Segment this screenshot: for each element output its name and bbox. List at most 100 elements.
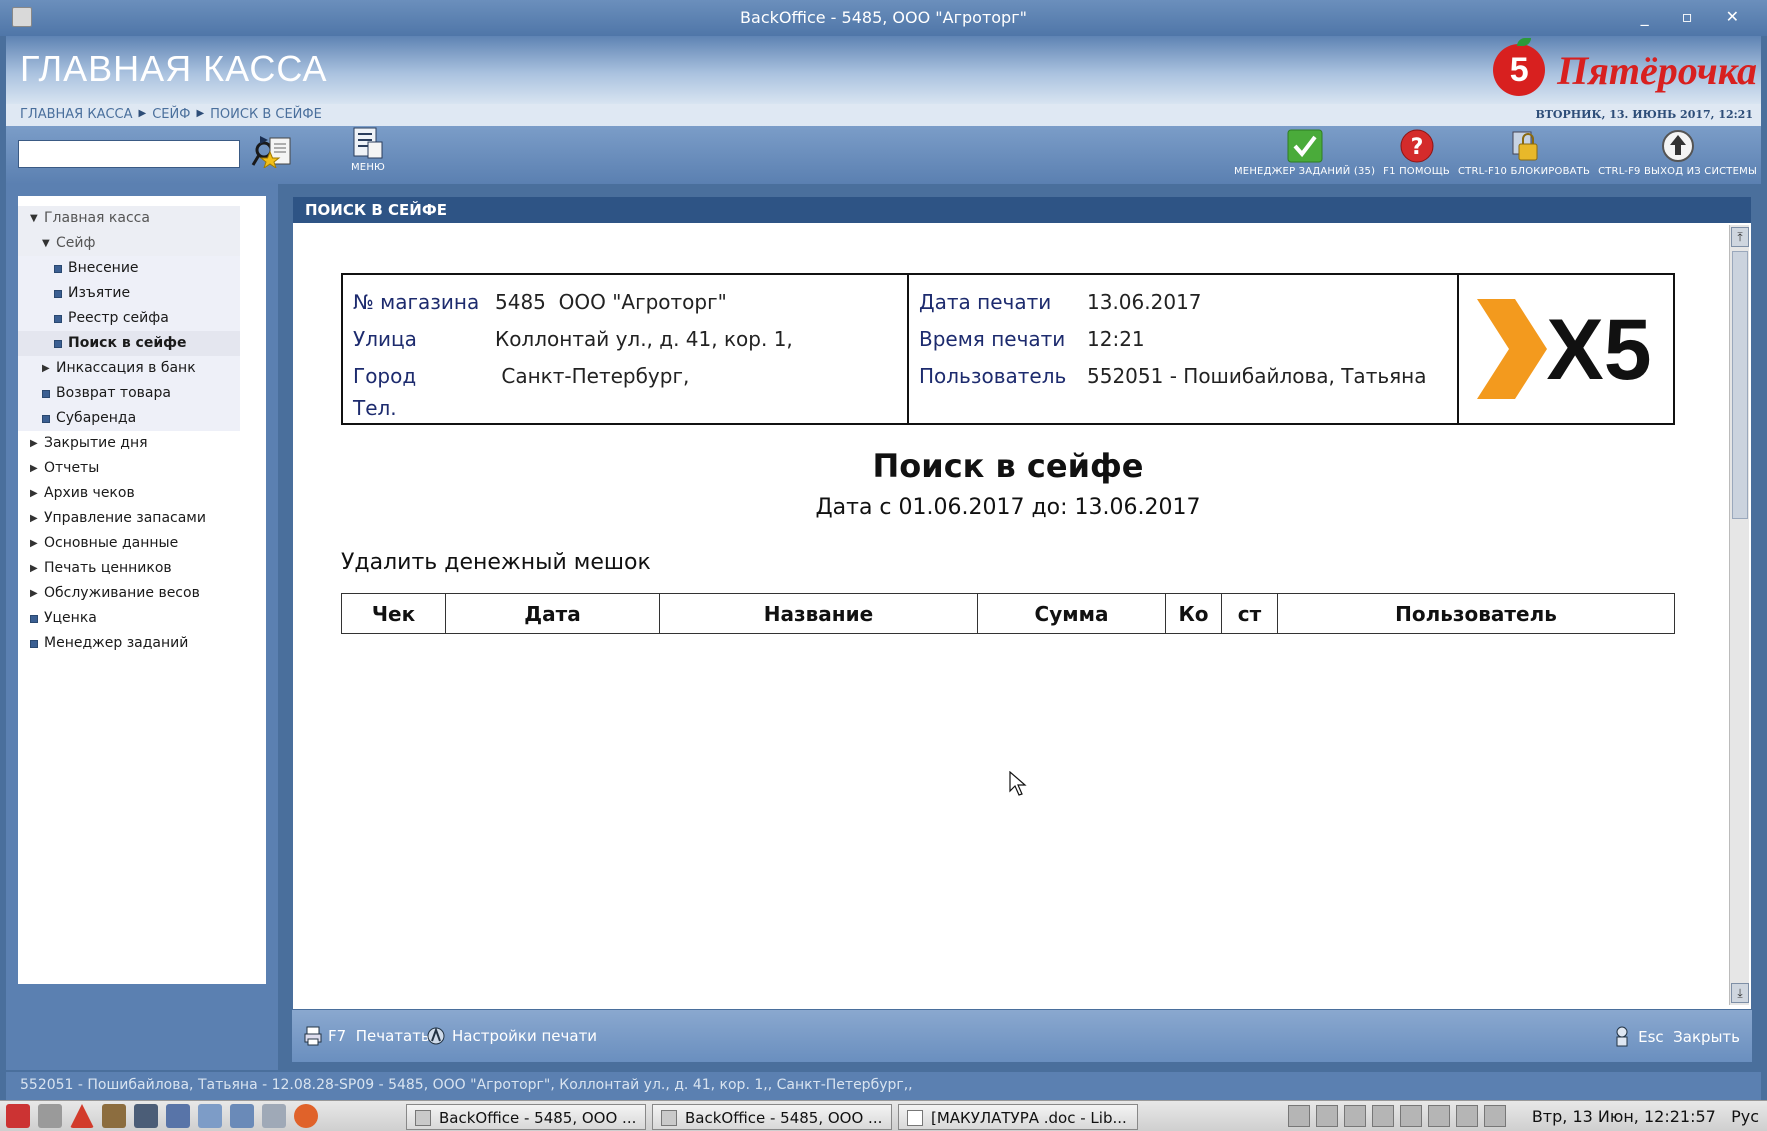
- trash-icon[interactable]: [1456, 1105, 1478, 1127]
- square-bullet-icon: [54, 264, 62, 273]
- document-icon: [907, 1110, 923, 1126]
- report-section-label: Удалить денежный мешок: [341, 550, 651, 575]
- col-header-receipt: Чек: [341, 593, 446, 634]
- sidebar-item-label: Возврат товара: [56, 385, 171, 401]
- arrow-down-icon: ▼: [42, 238, 50, 249]
- java-app-icon: [661, 1110, 677, 1126]
- firefox-icon[interactable]: [294, 1104, 318, 1128]
- sidebar-item-withdrawal[interactable]: Изъятие: [18, 281, 240, 306]
- task-manager-button[interactable]: МЕНЕДЖЕР ЗАДАНИЙ (35): [1234, 128, 1375, 177]
- sidebar-item-scales[interactable]: ▶ Обслуживание весов: [18, 581, 266, 606]
- lock-button[interactable]: CTRL-F10 БЛОКИРОВАТЬ: [1458, 128, 1590, 177]
- sidebar-item-label: Реестр сейфа: [68, 310, 169, 326]
- desktop-icon[interactable]: [1484, 1105, 1506, 1127]
- breadcrumb-item-safe[interactable]: СЕЙФ: [152, 107, 190, 122]
- sidebar-item-sublease[interactable]: Субаренда: [18, 406, 240, 431]
- app-launcher-icon[interactable]: [102, 1104, 126, 1128]
- favorites-button[interactable]: [258, 132, 294, 168]
- square-bullet-icon: [54, 289, 62, 298]
- logout-label: CTRL-F9 ВЫХОД ИЗ СИСТЕМЫ: [1598, 166, 1757, 177]
- window-titlebar: BackOffice - 5485, ООО "Агроторг" _ ▫ ✕: [0, 0, 1767, 36]
- sidebar-item-collection[interactable]: ▶ Инкассация в банк: [18, 356, 240, 381]
- sidebar-item-safe[interactable]: ▼ Сейф: [18, 231, 240, 256]
- print-button[interactable]: F7 Печатать: [304, 1026, 430, 1046]
- arrow-right-icon: ▶: [30, 538, 38, 549]
- volume-icon[interactable]: [1344, 1105, 1366, 1127]
- col-header-qty-part1: Ко: [1165, 593, 1222, 634]
- usb-icon[interactable]: [1316, 1105, 1338, 1127]
- x5-logo-text: X5: [1546, 302, 1651, 398]
- document-icon[interactable]: [198, 1104, 222, 1128]
- network-icon[interactable]: [166, 1104, 190, 1128]
- sidebar-item-label: Основные данные: [44, 535, 179, 551]
- breadcrumb-item-main-cash[interactable]: ГЛАВНАЯ КАССА: [20, 107, 133, 122]
- sidebar-item-inventory[interactable]: ▶ Управление запасами: [18, 506, 266, 531]
- language-indicator[interactable]: Рус: [1731, 1107, 1759, 1126]
- window-title: BackOffice - 5485, ООО "Агроторг": [740, 8, 1027, 27]
- menu-button[interactable]: МЕНЮ: [350, 126, 386, 173]
- os-taskbar: BackOffice - 5485, ООО ... BackOffice - …: [0, 1100, 1767, 1131]
- monitor-icon[interactable]: [1372, 1105, 1394, 1127]
- taskbar-item-backoffice-1[interactable]: BackOffice - 5485, ООО ...: [406, 1104, 646, 1130]
- printer-icon[interactable]: [1400, 1105, 1422, 1127]
- taskbar-item-backoffice-2[interactable]: BackOffice - 5485, ООО ...: [652, 1104, 892, 1130]
- sidebar-item-returns[interactable]: Возврат товара: [18, 381, 240, 406]
- calculator-icon[interactable]: [134, 1104, 158, 1128]
- header-datetime: ВТОРНИК, 13. ИЮНЬ 2017, 12:21: [1535, 108, 1753, 121]
- sidebar-item-task-manager[interactable]: Менеджер заданий: [18, 631, 266, 656]
- sidebar-item-price-tags[interactable]: ▶ Печать ценников: [18, 556, 266, 581]
- logout-button[interactable]: CTRL-F9 ВЫХОД ИЗ СИСТЕМЫ: [1598, 128, 1757, 177]
- x5-logo-icon: X5: [1477, 299, 1652, 399]
- arrow-right-icon: ▶: [42, 363, 50, 374]
- close-button-label: Esc Закрыть: [1638, 1028, 1740, 1046]
- scroll-down-icon[interactable]: ⤓: [1731, 983, 1749, 1003]
- scrollbar-thumb[interactable]: [1732, 251, 1748, 519]
- store-number-value: 5485 ООО "Агроторг": [495, 289, 727, 314]
- sidebar-item-safe-search[interactable]: Поиск в сейфе: [18, 331, 240, 356]
- close-icon: [1616, 1026, 1628, 1047]
- taskbar-item-document[interactable]: [МАКУЛАТУРА .doc - Lib...: [898, 1104, 1138, 1130]
- breadcrumb-item-safe-search: ПОИСК В СЕЙФЕ: [210, 107, 322, 122]
- sidebar-item-label: Отчеты: [44, 460, 100, 476]
- sidebar-item-master-data[interactable]: ▶ Основные данные: [18, 531, 266, 556]
- svg-text:?: ?: [1410, 135, 1423, 160]
- print-settings-button[interactable]: Настройки печати: [426, 1026, 597, 1046]
- search-tool-icon[interactable]: [262, 1104, 286, 1128]
- java-app-icon: [415, 1110, 431, 1126]
- square-bullet-icon: [42, 389, 50, 398]
- taskbar-clock[interactable]: Втр, 13 Июн, 12:21:57 Рус: [1532, 1107, 1759, 1126]
- sidebar-item-reports[interactable]: ▶ Отчеты: [18, 456, 266, 481]
- sidebar-item-main-cash[interactable]: ▼ Главная касса: [18, 206, 240, 231]
- arrow-right-icon: ▶: [30, 463, 38, 474]
- sidebar-item-label: Менеджер заданий: [44, 635, 189, 651]
- sidebar-item-receipt-archive[interactable]: ▶ Архив чеков: [18, 481, 266, 506]
- favorites-icon: [259, 136, 291, 168]
- sidebar-item-safe-registry[interactable]: Реестр сейфа: [18, 306, 240, 331]
- taskbar-item-label: [МАКУЛАТУРА .doc - Lib...: [931, 1109, 1127, 1127]
- sidebar-item-label: Управление запасами: [44, 510, 206, 526]
- settings-gear-icon[interactable]: [38, 1104, 62, 1128]
- start-menu-icon[interactable]: [6, 1104, 30, 1128]
- window-controls[interactable]: _ ▫ ✕: [1641, 7, 1753, 26]
- new-document-icon[interactable]: [1288, 1105, 1310, 1127]
- sidebar-item-deposit[interactable]: Внесение: [18, 256, 240, 281]
- sidebar-item-day-close[interactable]: ▶ Закрытие дня: [18, 431, 266, 456]
- col-header-amount: Сумма: [977, 593, 1166, 634]
- sidebar-item-markdown[interactable]: Уценка: [18, 606, 266, 631]
- warning-icon[interactable]: [70, 1104, 94, 1128]
- scroll-up-icon[interactable]: ⤒: [1731, 227, 1749, 247]
- print-settings-icon: [427, 1027, 445, 1045]
- main-panel: ПОИСК В СЕЙФЕ № магазина 5485 ООО "Агрото…: [292, 196, 1752, 1010]
- close-button[interactable]: Esc Закрыть: [1612, 1026, 1740, 1048]
- vertical-scrollbar[interactable]: ⤒ ⤓: [1729, 225, 1749, 1005]
- report-header-box: № магазина 5485 ООО "Агроторг" Улица Колло…: [341, 273, 1675, 425]
- lock-icon: [1512, 131, 1538, 161]
- help-button[interactable]: ? F1 ПОМОЩЬ: [1383, 128, 1450, 177]
- spreadsheet-icon[interactable]: [230, 1104, 254, 1128]
- scanner-icon[interactable]: [1428, 1105, 1450, 1127]
- menu-button-label: МЕНЮ: [350, 162, 386, 173]
- table-header-row: Чек Дата Название Сумма Ко ст Пользовате…: [341, 593, 1675, 634]
- arrow-right-icon: ▶: [30, 438, 38, 449]
- search-input[interactable]: [18, 140, 240, 168]
- app-header: ГЛАВНАЯ КАССА 5 Пятёрочка: [6, 36, 1761, 104]
